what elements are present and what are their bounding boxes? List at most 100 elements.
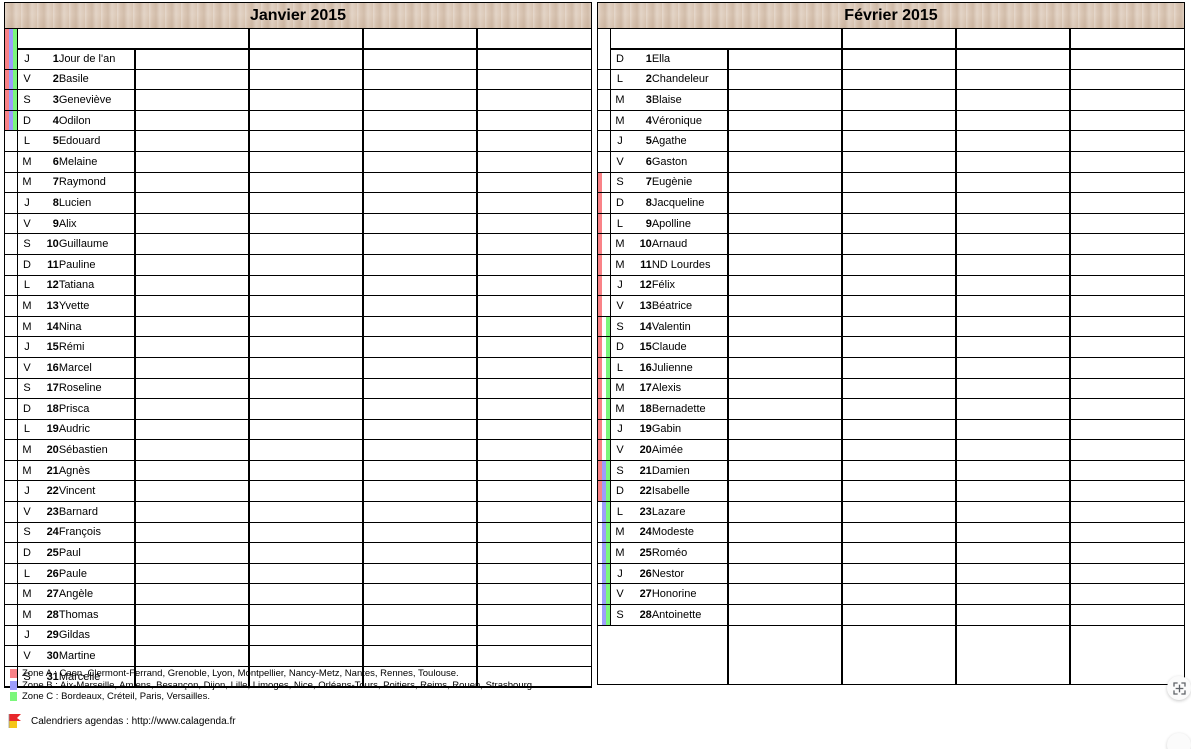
spacer-note-cell[interactable] xyxy=(477,29,591,50)
note-cell[interactable] xyxy=(728,151,844,173)
note-cell[interactable] xyxy=(477,110,591,132)
note-cell[interactable] xyxy=(728,233,844,255)
note-cell[interactable] xyxy=(477,522,591,544)
note-cell[interactable] xyxy=(956,583,1072,606)
note-cell[interactable] xyxy=(728,542,844,564)
note-cell[interactable] xyxy=(956,151,1072,173)
note-cell[interactable] xyxy=(477,275,591,297)
note-cell[interactable] xyxy=(956,233,1072,255)
note-cell[interactable] xyxy=(135,336,251,358)
note-cell[interactable] xyxy=(135,501,251,523)
note-cell[interactable] xyxy=(363,89,479,111)
note-cell[interactable] xyxy=(728,49,844,70)
note-cell[interactable] xyxy=(477,501,591,523)
note-cell[interactable] xyxy=(728,192,844,214)
note-cell[interactable] xyxy=(363,501,479,523)
note-cell[interactable] xyxy=(728,419,844,441)
note-cell[interactable] xyxy=(135,604,251,626)
note-cell[interactable] xyxy=(728,316,844,338)
note-cell[interactable] xyxy=(135,172,251,194)
note-cell[interactable] xyxy=(728,439,844,461)
note-cell[interactable] xyxy=(477,604,591,626)
note-cell[interactable] xyxy=(477,625,591,647)
note-cell[interactable] xyxy=(249,275,365,297)
note-cell[interactable] xyxy=(249,69,365,91)
note-cell[interactable] xyxy=(249,522,365,544)
note-cell[interactable] xyxy=(363,254,479,276)
note-cell[interactable] xyxy=(135,522,251,544)
note-cell[interactable] xyxy=(363,480,479,503)
note-cell[interactable] xyxy=(363,357,479,379)
empty-note-cell[interactable] xyxy=(956,664,1072,684)
empty-note-cell[interactable] xyxy=(728,625,844,645)
empty-note-cell[interactable] xyxy=(956,625,1072,645)
note-cell[interactable] xyxy=(1070,480,1184,503)
note-cell[interactable] xyxy=(135,213,251,235)
note-cell[interactable] xyxy=(135,69,251,91)
note-cell[interactable] xyxy=(956,316,1072,338)
note-cell[interactable] xyxy=(728,130,844,152)
note-cell[interactable] xyxy=(477,130,591,152)
note-cell[interactable] xyxy=(956,480,1072,503)
note-cell[interactable] xyxy=(1070,583,1184,606)
note-cell[interactable] xyxy=(1070,378,1184,400)
note-cell[interactable] xyxy=(363,460,479,482)
note-cell[interactable] xyxy=(842,563,958,585)
note-cell[interactable] xyxy=(249,419,365,441)
note-cell[interactable] xyxy=(956,378,1072,400)
empty-note-cell[interactable] xyxy=(956,644,1072,665)
note-cell[interactable] xyxy=(363,563,479,585)
note-cell[interactable] xyxy=(1070,398,1184,420)
empty-note-cell[interactable] xyxy=(842,644,958,665)
note-cell[interactable] xyxy=(249,378,365,400)
note-cell[interactable] xyxy=(135,110,251,132)
note-cell[interactable] xyxy=(1070,254,1184,276)
note-cell[interactable] xyxy=(135,275,251,297)
note-cell[interactable] xyxy=(842,316,958,338)
note-cell[interactable] xyxy=(135,151,251,173)
note-cell[interactable] xyxy=(728,275,844,297)
note-cell[interactable] xyxy=(363,233,479,255)
note-cell[interactable] xyxy=(1070,130,1184,152)
note-cell[interactable] xyxy=(135,233,251,255)
note-cell[interactable] xyxy=(728,89,844,111)
note-cell[interactable] xyxy=(1070,89,1184,111)
note-cell[interactable] xyxy=(842,583,958,606)
note-cell[interactable] xyxy=(842,480,958,503)
note-cell[interactable] xyxy=(477,254,591,276)
note-cell[interactable] xyxy=(477,151,591,173)
note-cell[interactable] xyxy=(1070,172,1184,194)
note-cell[interactable] xyxy=(135,460,251,482)
note-cell[interactable] xyxy=(956,69,1072,91)
note-cell[interactable] xyxy=(363,439,479,461)
note-cell[interactable] xyxy=(249,583,365,606)
spacer-note-cell[interactable] xyxy=(135,29,251,50)
note-cell[interactable] xyxy=(477,439,591,461)
note-cell[interactable] xyxy=(728,563,844,585)
note-cell[interactable] xyxy=(728,172,844,194)
note-cell[interactable] xyxy=(363,275,479,297)
note-cell[interactable] xyxy=(1070,316,1184,338)
note-cell[interactable] xyxy=(842,378,958,400)
note-cell[interactable] xyxy=(363,110,479,132)
note-cell[interactable] xyxy=(249,645,365,667)
fullscreen-button[interactable] xyxy=(1167,676,1191,700)
note-cell[interactable] xyxy=(363,69,479,91)
note-cell[interactable] xyxy=(1070,295,1184,317)
note-cell[interactable] xyxy=(249,460,365,482)
note-cell[interactable] xyxy=(1070,192,1184,214)
note-cell[interactable] xyxy=(728,213,844,235)
note-cell[interactable] xyxy=(363,398,479,420)
note-cell[interactable] xyxy=(363,130,479,152)
note-cell[interactable] xyxy=(477,69,591,91)
note-cell[interactable] xyxy=(249,49,365,70)
note-cell[interactable] xyxy=(842,542,958,564)
note-cell[interactable] xyxy=(363,625,479,647)
note-cell[interactable] xyxy=(363,151,479,173)
note-cell[interactable] xyxy=(249,542,365,564)
note-cell[interactable] xyxy=(728,501,844,523)
note-cell[interactable] xyxy=(477,192,591,214)
note-cell[interactable] xyxy=(477,460,591,482)
note-cell[interactable] xyxy=(1070,439,1184,461)
empty-note-cell[interactable] xyxy=(728,644,844,665)
